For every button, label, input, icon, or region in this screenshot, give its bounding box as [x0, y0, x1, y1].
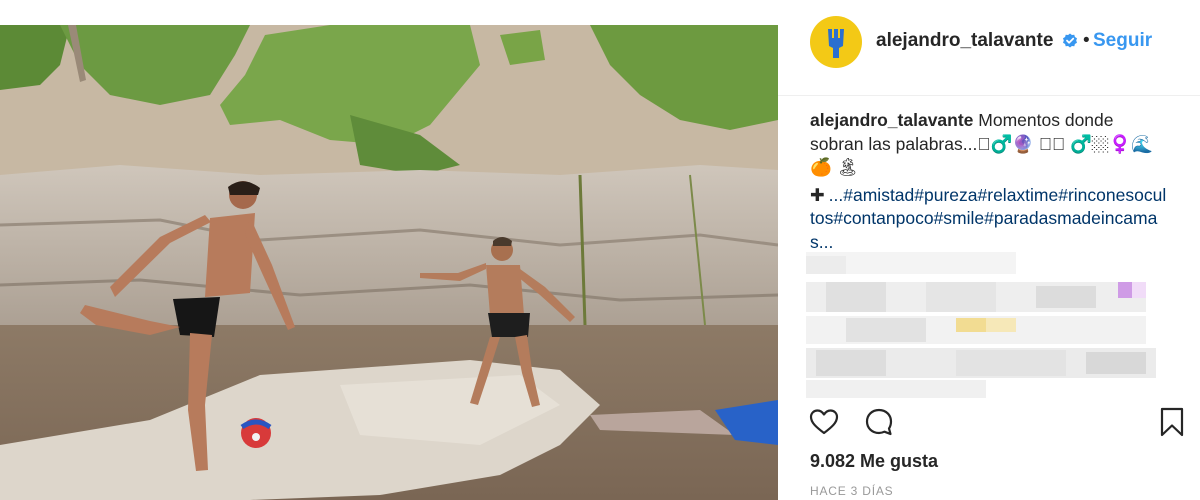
comment-bubble-icon[interactable] — [863, 406, 895, 438]
follow-button[interactable]: Seguir — [1093, 30, 1152, 52]
profile-avatar[interactable] — [810, 16, 862, 68]
post-caption: alejandro_talavante Momentos donde sobra… — [810, 109, 1170, 254]
header-username[interactable]: alejandro_talavante — [876, 30, 1053, 52]
caption-hashtags[interactable]: ...#amistad#pureza#relaxtime#rinconesocu… — [810, 185, 1166, 252]
likes-count[interactable]: 9.082 Me gusta — [810, 451, 938, 472]
post-timestamp[interactable]: HACE 3 DÍAS — [810, 484, 894, 498]
caption-username[interactable]: alejandro_talavante — [810, 110, 973, 130]
verified-badge-icon — [1063, 33, 1077, 48]
heart-icon[interactable] — [808, 406, 840, 438]
post-sidebar: alejandro_talavante • Seguir alejandro_t… — [778, 0, 1200, 500]
header-separator: • — [1083, 30, 1090, 51]
avatar-logo-icon — [828, 29, 844, 58]
post-actions — [778, 400, 1200, 448]
bookmark-icon[interactable] — [1156, 406, 1188, 438]
post-header: alejandro_talavante • Seguir — [778, 0, 1200, 96]
caption-more-symbol: ✚ — [810, 184, 825, 205]
blurred-comments — [806, 252, 1156, 398]
post-photo[interactable] — [0, 25, 778, 500]
